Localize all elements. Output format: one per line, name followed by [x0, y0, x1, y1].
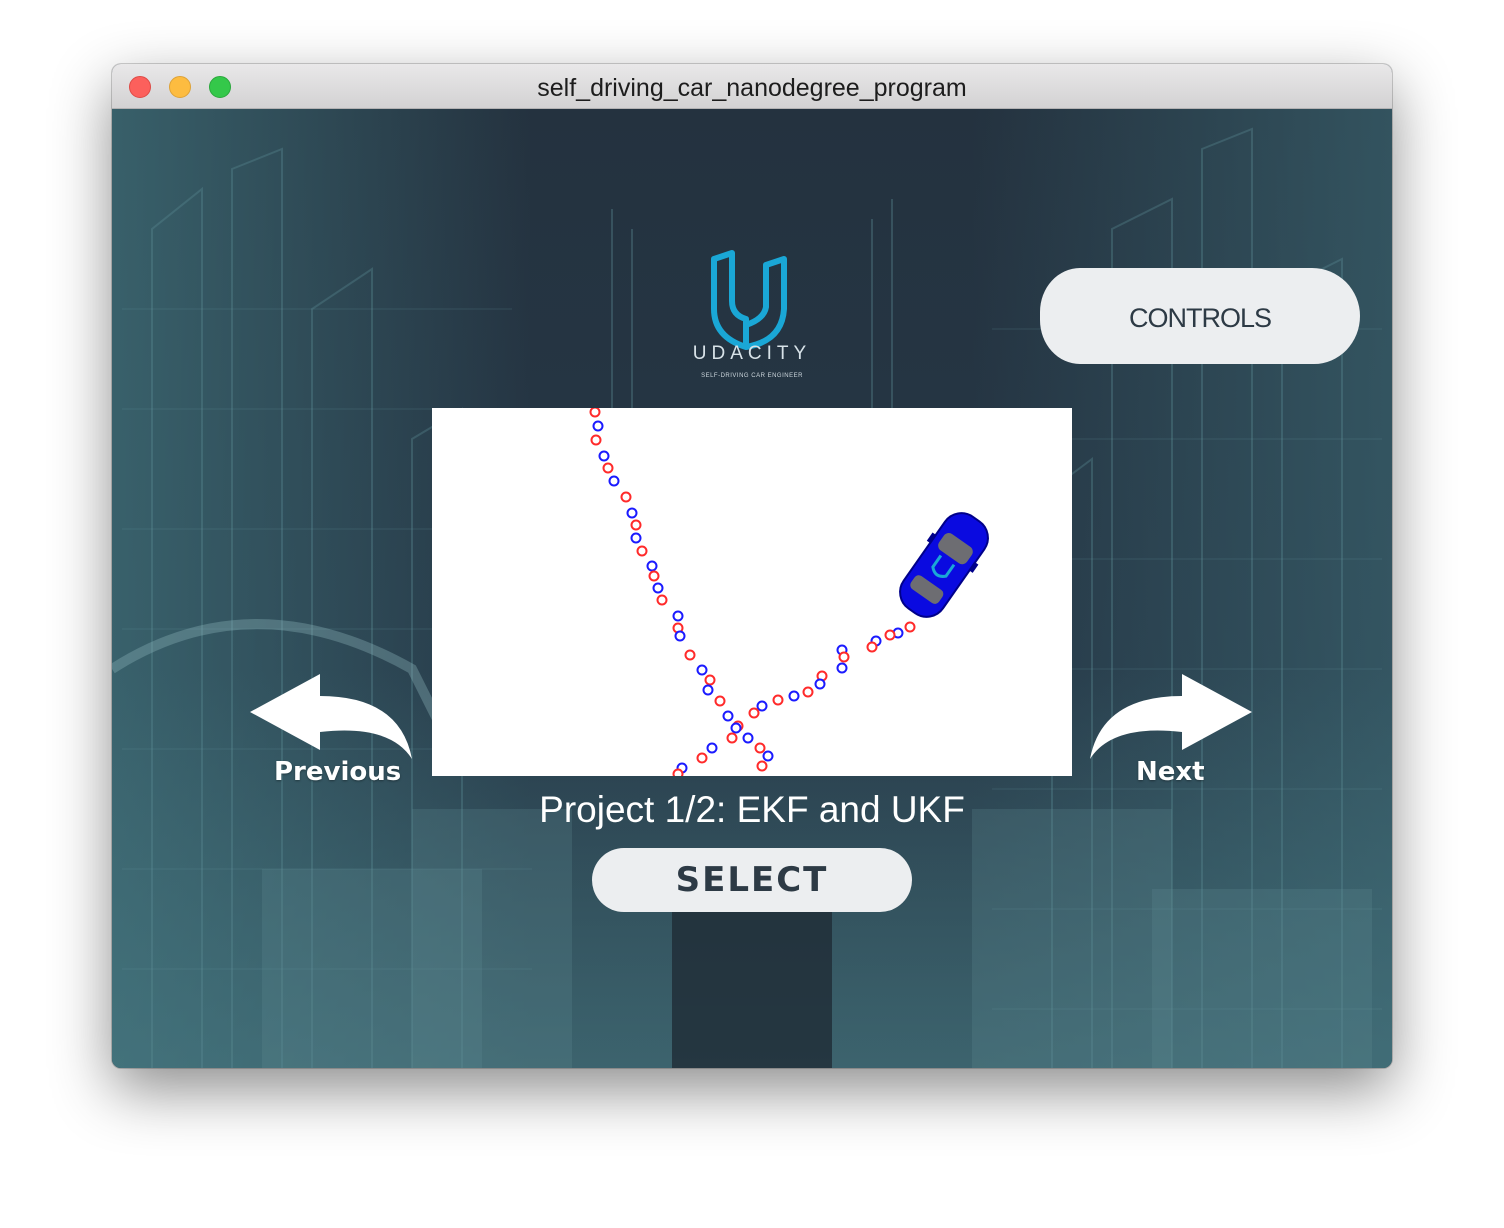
radar-marker [742, 732, 754, 744]
radar-marker [646, 560, 658, 572]
radar-marker [626, 507, 638, 519]
lidar-marker [630, 519, 642, 531]
select-button[interactable]: SELECT [592, 848, 912, 912]
lidar-marker [754, 742, 766, 754]
simulator-menu: UDACITY SELF-DRIVING CAR ENGINEER CONTRO… [112, 109, 1392, 1068]
lidar-marker [636, 545, 648, 557]
lidar-marker [748, 707, 760, 719]
car-icon [899, 512, 989, 618]
logo-wordmark: UDACITY [692, 343, 812, 364]
select-button-label: SELECT [675, 860, 829, 900]
lidar-marker [589, 408, 601, 418]
lidar-marker [756, 760, 768, 772]
lidar-marker [648, 570, 660, 582]
lidar-marker [726, 732, 738, 744]
radar-marker [652, 582, 664, 594]
lidar-marker [704, 674, 716, 686]
lidar-marker [802, 686, 814, 698]
radar-marker [706, 742, 718, 754]
radar-marker [788, 690, 800, 702]
next-button-label[interactable]: Next [1136, 757, 1205, 787]
radar-marker [592, 420, 604, 432]
radar-marker [630, 532, 642, 544]
radar-marker [598, 450, 610, 462]
previous-button-label[interactable]: Previous [274, 757, 401, 787]
lidar-marker [602, 462, 614, 474]
radar-marker [672, 610, 684, 622]
radar-marker [836, 662, 848, 674]
logo-tagline: SELF-DRIVING CAR ENGINEER [701, 373, 803, 379]
radar-marker [674, 630, 686, 642]
radar-marker [730, 722, 742, 734]
app-window: self_driving_car_nanodegree_program UDAC… [112, 64, 1392, 1068]
lidar-marker [884, 629, 896, 641]
controls-button-label: CONTROLS [1128, 302, 1272, 333]
lidar-marker [866, 641, 878, 653]
udacity-logo-icon [711, 250, 787, 350]
radar-marker [814, 678, 826, 690]
lidar-marker [590, 434, 602, 446]
lidar-marker [620, 491, 632, 503]
radar-marker [762, 750, 774, 762]
project-title: Project 1/2: EKF and UKF [539, 789, 965, 830]
lidar-marker [904, 621, 916, 633]
lidar-marker [772, 694, 784, 706]
radar-marker [696, 664, 708, 676]
lidar-marker [672, 768, 684, 776]
window-title: self_driving_car_nanodegree_program [537, 74, 967, 102]
controls-button[interactable]: CONTROLS [1040, 268, 1360, 364]
lidar-marker [838, 651, 850, 663]
project-preview-image [432, 408, 1072, 776]
radar-marker [756, 700, 768, 712]
lidar-marker [656, 594, 668, 606]
radar-marker [702, 684, 714, 696]
lidar-marker [714, 695, 726, 707]
title-bar[interactable]: self_driving_car_nanodegree_program [112, 64, 1392, 109]
lidar-marker [696, 752, 708, 764]
trajectory-plot [589, 408, 989, 776]
radar-marker [722, 710, 734, 722]
lidar-marker [684, 649, 696, 661]
radar-marker [608, 475, 620, 487]
